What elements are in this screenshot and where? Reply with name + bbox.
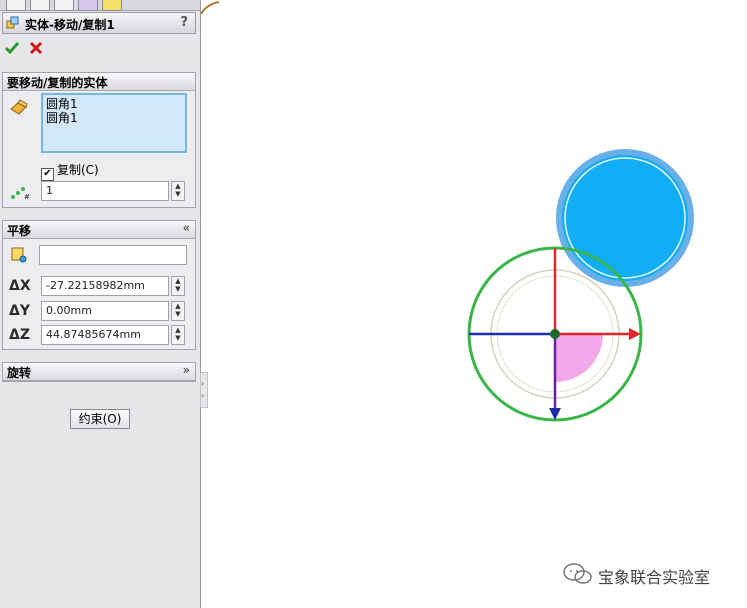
translate-group: 平移 « ΔX -27.22158982mm ▲ ▼ ΔY 0.00mm ▲ ▼ Δ…: [2, 220, 196, 350]
tab-property-manager[interactable]: [30, 0, 50, 11]
selected-body-circle[interactable]: [556, 149, 694, 287]
rotate-group-title: 旋转: [7, 366, 32, 380]
delta-z-label: ΔZ: [9, 327, 30, 343]
x-axis-arrow-icon[interactable]: [629, 328, 641, 340]
delta-x-label: ΔX: [9, 278, 31, 294]
wechat-icon: [562, 562, 594, 589]
help-icon[interactable]: ?: [180, 15, 188, 30]
move-copy-body-icon: [6, 16, 20, 30]
copies-count-input[interactable]: 1: [41, 181, 169, 201]
body-selection-icon: [9, 99, 29, 120]
panel-tab-strip: [0, 0, 200, 11]
bodies-to-move-group: 要移动/复制的实体 圆角1 圆角1 ✔ 复制(C) # 1 ▲ ▼: [2, 72, 196, 208]
expand-chevron-icon[interactable]: »: [183, 363, 190, 377]
tab-dimxpert[interactable]: [78, 0, 98, 11]
red-x-icon: [29, 41, 43, 55]
triad-origin[interactable]: [550, 329, 560, 339]
ok-button[interactable]: [4, 40, 20, 56]
copy-label: 复制(C): [57, 163, 99, 177]
bodies-selection-list[interactable]: 圆角1 圆角1: [41, 93, 187, 153]
list-item[interactable]: 圆角1: [46, 111, 182, 125]
property-manager-panel: 实体-移动/复制1 ? 要移动/复制的实体 圆角1 圆角1 ✔ 复制(C) # …: [0, 0, 201, 608]
tab-display-manager[interactable]: [102, 0, 122, 11]
delta-y-stepper[interactable]: ▲ ▼: [171, 301, 185, 321]
delta-y-input[interactable]: 0.00mm: [41, 301, 169, 321]
bodies-group-title: 要移动/复制的实体: [7, 76, 108, 90]
delta-z-stepper[interactable]: ▲ ▼: [171, 325, 185, 345]
panel-title-bar: 实体-移动/复制1 ?: [2, 12, 196, 34]
copies-count-stepper[interactable]: ▲ ▼: [171, 181, 185, 201]
tab-feature-manager[interactable]: [6, 0, 26, 11]
z-axis-arrow-icon[interactable]: [549, 408, 561, 420]
watermark-text: 宝象联合实验室: [598, 568, 711, 587]
translate-reference-icon: [10, 245, 28, 266]
translate-group-title: 平移: [7, 224, 32, 238]
tab-configuration-manager[interactable]: [54, 0, 74, 11]
sketch-edge: [201, 1, 220, 15]
graphics-canvas[interactable]: [201, 0, 747, 608]
bodies-group-header[interactable]: 要移动/复制的实体: [3, 73, 195, 91]
rotate-group: 旋转 »: [2, 362, 196, 382]
list-item[interactable]: 圆角1: [46, 97, 182, 111]
translate-reference-input[interactable]: [39, 245, 187, 265]
cancel-button[interactable]: [28, 40, 44, 56]
copies-count-icon: #: [10, 184, 30, 203]
panel-title: 实体-移动/复制1: [25, 18, 115, 32]
svg-text:#: #: [24, 193, 30, 200]
copy-checkbox[interactable]: ✔: [41, 168, 54, 181]
translate-group-header[interactable]: 平移 «: [3, 221, 195, 239]
delta-x-stepper[interactable]: ▲ ▼: [171, 276, 185, 296]
rotate-group-header[interactable]: 旋转 »: [3, 363, 195, 381]
green-check-icon: [4, 42, 20, 55]
delta-x-input[interactable]: -27.22158982mm: [41, 276, 169, 296]
collapse-chevron-icon[interactable]: «: [183, 221, 190, 235]
constraints-button[interactable]: 约束(O): [70, 409, 130, 429]
delta-y-label: ΔY: [9, 303, 30, 319]
copy-option[interactable]: ✔ 复制(C): [41, 161, 99, 181]
delta-z-input[interactable]: 44.87485674mm: [41, 325, 169, 345]
